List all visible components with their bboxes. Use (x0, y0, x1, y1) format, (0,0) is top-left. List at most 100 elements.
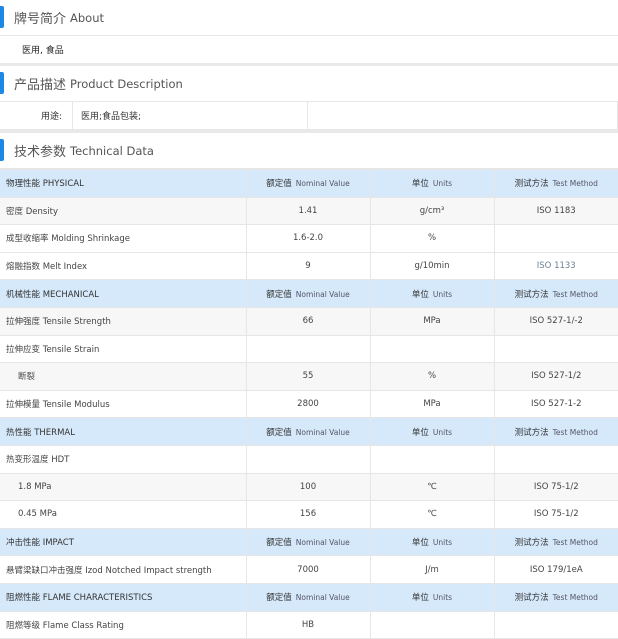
col-cn: 测试方法 (514, 427, 549, 438)
property-cell: 熔融指数 Melt Index (0, 251, 247, 281)
title-cn: 技术参数 (14, 145, 67, 160)
col-en: Units (432, 179, 453, 189)
col-units-header: 单位 Units (369, 527, 495, 557)
col-method-header: 测试方法 Test Method (493, 582, 618, 612)
col-nominal-header: 额定值 Nominal Value (245, 279, 371, 308)
property-cell: 拉伸强度 Tensile Strength (0, 306, 247, 336)
unit-cell: % (369, 224, 495, 253)
table-row: 成型收缩率 Molding Shrinkage 1.6-2.0% (0, 224, 618, 253)
property-cell: 1.8 MPa (0, 472, 247, 502)
col-nominal-header: 额定值 Nominal Value (245, 417, 371, 446)
value-cell: HB (245, 610, 371, 639)
technical-section: 技术参数 Technical Data 物理性能 PHYSICAL 额定值 Nomin… (0, 133, 618, 639)
method-cell: ISO 179/1eA (493, 555, 618, 584)
col-en: Test Method (552, 179, 598, 189)
table-row: 1.8 MPa 100 ℃ ISO 75-1/2 (0, 472, 618, 502)
unit-cell: g/cm³ (369, 196, 495, 226)
method-cell: ISO 1183 (493, 196, 618, 226)
col-en: Units (432, 289, 453, 299)
group-header: 物理性能 PHYSICAL 额定值 Nominal Value 单位 Units 测试方法… (0, 169, 618, 198)
table-row: 拉伸应变 Tensile Strain (0, 334, 618, 364)
col-units-header: 单位 Units (369, 279, 495, 308)
value-cell: 2800 (245, 389, 371, 419)
table-row: 熔融指数 Melt Index 9 g/10min ISO 1133 (0, 251, 618, 281)
col-en: Nominal Value (295, 538, 350, 548)
group-name: 冲击性能 IMPACT (0, 527, 247, 557)
property-cell: 悬臂梁缺口冲击强度 Izod Notched Impact strength (0, 555, 247, 584)
empty-cell (308, 102, 618, 129)
table-row: 拉伸模量 Tensile Modulus 2800 MPa ISO 527-1-2 (0, 389, 618, 419)
unit-cell: g/10min (369, 251, 495, 281)
property-cell: 密度 Density (0, 196, 247, 226)
usage-value: 医用;食品包装; (73, 102, 308, 129)
col-en: Test Method (552, 538, 598, 548)
col-en: Units (432, 427, 453, 437)
col-nominal-header: 额定值 Nominal Value (245, 169, 371, 198)
method-cell (493, 444, 618, 474)
table-row: 密度 Density 1.41 g/cm³ ISO 1183 (0, 196, 618, 226)
title-en: About (70, 10, 105, 25)
unit-cell: MPa (369, 389, 495, 419)
col-units-header: 单位 Units (369, 582, 495, 612)
value-cell: 66 (245, 306, 371, 336)
group-header: 冲击性能 IMPACT 额定值 Nominal Value 单位 Units 测试方法 Te… (0, 527, 618, 557)
technical-title: 技术参数 Technical Data (0, 133, 618, 169)
col-cn: 测试方法 (514, 289, 549, 300)
table-row: 阻燃等级 Flame Class Rating HB (0, 610, 618, 639)
col-cn: 单位 (411, 538, 429, 549)
col-en: Units (432, 538, 453, 548)
col-en: Nominal Value (295, 593, 350, 603)
table-row: 拉伸强度 Tensile Strength 66 MPa ISO 527-1/-2 (0, 306, 618, 336)
method-cell (493, 224, 618, 253)
method-cell: ISO 1133 (493, 251, 618, 281)
value-cell: 1.6-2.0 (245, 224, 371, 253)
unit-cell (369, 610, 495, 639)
unit-cell: % (369, 362, 495, 391)
col-method-header: 测试方法 Test Method (493, 527, 618, 557)
about-title: 牌号简介 About (0, 0, 618, 36)
value-cell: 100 (245, 472, 371, 502)
unit-cell: J/m (369, 555, 495, 584)
col-en: Test Method (552, 289, 598, 299)
col-cn: 测试方法 (514, 538, 549, 549)
col-cn: 单位 (411, 289, 429, 300)
col-en: Nominal Value (295, 427, 350, 437)
col-cn: 额定值 (266, 289, 292, 300)
col-units-header: 单位 Units (369, 417, 495, 446)
property-cell: 断裂 (0, 362, 247, 391)
col-nominal-header: 额定值 Nominal Value (245, 582, 371, 612)
col-method-header: 测试方法 Test Method (493, 417, 618, 446)
col-cn: 额定值 (266, 179, 292, 190)
table-row: 热变形温度 HDT (0, 444, 618, 474)
col-method-header: 测试方法 Test Method (493, 279, 618, 308)
group-name: 阻燃性能 FLAME CHARACTERISTICS (0, 582, 247, 612)
col-cn: 额定值 (266, 538, 292, 549)
property-cell: 拉伸模量 Tensile Modulus (0, 389, 247, 419)
title-cn: 产品描述 (14, 78, 67, 93)
group-header: 热性能 THERMAL 额定值 Nominal Value 单位 Units 测试方法 Te… (0, 417, 618, 446)
property-cell: 成型收缩率 Molding Shrinkage (0, 224, 247, 253)
col-en: Units (432, 593, 453, 603)
table-row: 悬臂梁缺口冲击强度 Izod Notched Impact strength 70… (0, 555, 618, 584)
section-marker (0, 139, 4, 161)
property-cell: 0.45 MPa (0, 500, 247, 529)
value-cell: 156 (245, 500, 371, 529)
value-cell (245, 334, 371, 364)
unit-cell: ℃ (369, 500, 495, 529)
value-cell (245, 444, 371, 474)
group-name: 机械性能 MECHANICAL (0, 279, 247, 308)
col-en: Nominal Value (295, 179, 350, 189)
unit-cell: ℃ (369, 472, 495, 502)
section-marker (0, 6, 4, 28)
col-cn: 单位 (411, 593, 429, 604)
unit-cell: MPa (369, 306, 495, 336)
method-cell: ISO 75-1/2 (493, 500, 618, 529)
table-row: 断裂 55% ISO 527-1/2 (0, 362, 618, 391)
group-header: 阻燃性能 FLAME CHARACTERISTICS 额定值 Nominal Val… (0, 582, 618, 612)
method-cell: ISO 527-1-2 (493, 389, 618, 419)
usage-row: 用途: 医用;食品包装; (0, 102, 618, 130)
property-cell: 拉伸应变 Tensile Strain (0, 334, 247, 364)
method-cell: ISO 527-1/-2 (493, 306, 618, 336)
property-cell: 热变形温度 HDT (0, 444, 247, 474)
technical-table: 物理性能 PHYSICAL 额定值 Nominal Value 单位 Units 测试方法… (0, 169, 618, 639)
